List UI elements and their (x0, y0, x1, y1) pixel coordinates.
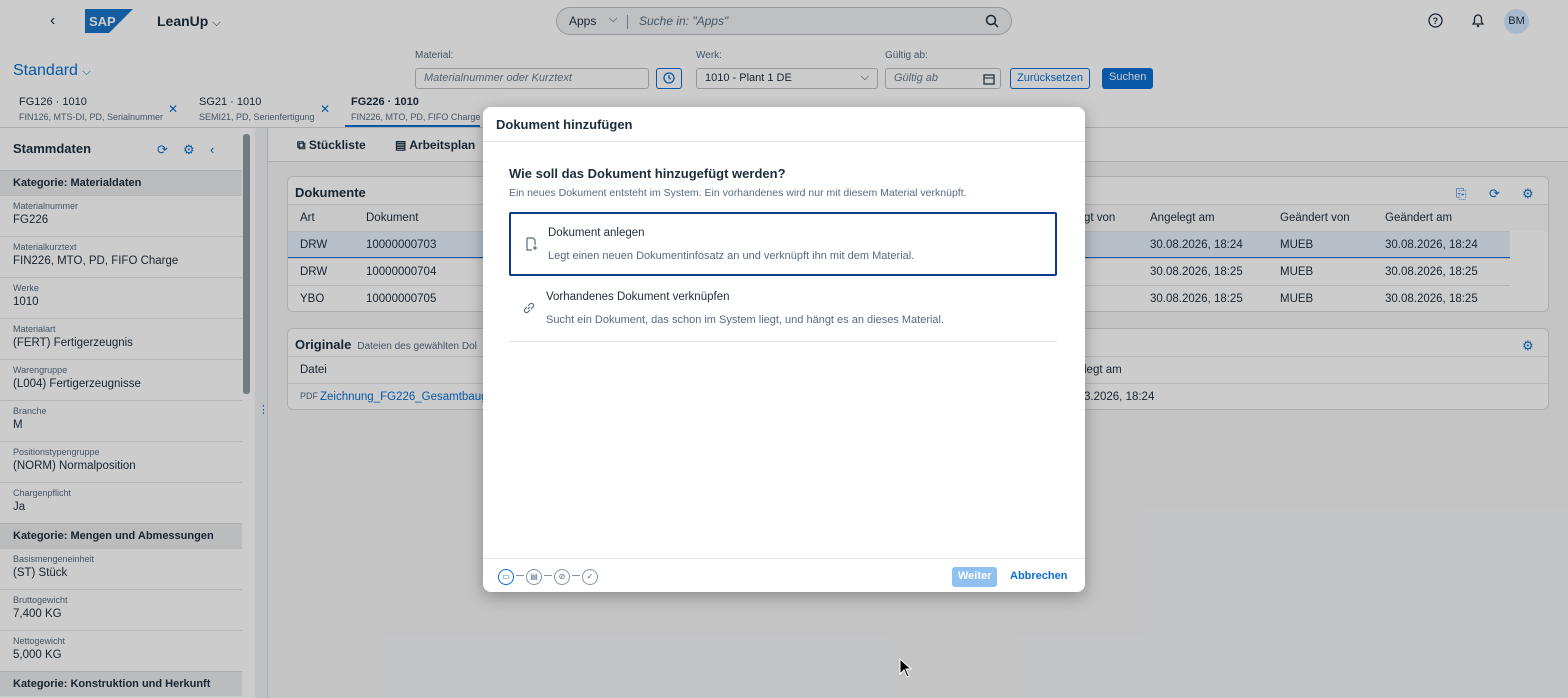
link-icon (523, 302, 535, 314)
option-description: Sucht ein Dokument, das schon im System … (546, 314, 945, 326)
dialog-question: Wie soll das Dokument hinzugefügt werden… (509, 166, 786, 181)
option-title: Vorhandenes Dokument verknüpfen (546, 291, 730, 303)
option-link-document[interactable]: Vorhandenes Dokument verknüpfen Sucht ei… (509, 278, 1057, 342)
wizard-steps: ▭ ▤ ⊘ ✓ (498, 568, 598, 585)
step-review-icon: ✓ (582, 569, 598, 585)
dialog-title: Dokument hinzufügen (496, 117, 633, 132)
step-type-icon: ▭ (498, 569, 514, 585)
next-button[interactable]: Weiter (952, 567, 998, 587)
mouse-cursor-icon (899, 658, 913, 678)
add-document-dialog: Dokument hinzufügen Wie soll das Dokumen… (483, 107, 1085, 592)
step-attachment-icon: ⊘ (554, 569, 570, 585)
dialog-footer: ▭ ▤ ⊘ ✓ Weiter Abbrechen (483, 558, 1085, 592)
step-connector (544, 575, 552, 577)
cancel-button[interactable]: Abbrechen (1010, 570, 1067, 582)
step-connector (516, 575, 524, 577)
step-connector (572, 575, 580, 577)
dialog-question-subtitle: Ein neues Dokument entsteht im System. E… (509, 187, 967, 199)
option-create-document[interactable]: Dokument anlegen Legt einen neuen Dokume… (509, 212, 1057, 276)
divider (483, 141, 1085, 142)
option-description: Legt einen neuen Dokumentinfosatz an und… (548, 250, 915, 262)
step-document-icon: ▤ (526, 569, 542, 585)
option-title: Dokument anlegen (548, 227, 645, 239)
add-document-icon (526, 237, 537, 251)
